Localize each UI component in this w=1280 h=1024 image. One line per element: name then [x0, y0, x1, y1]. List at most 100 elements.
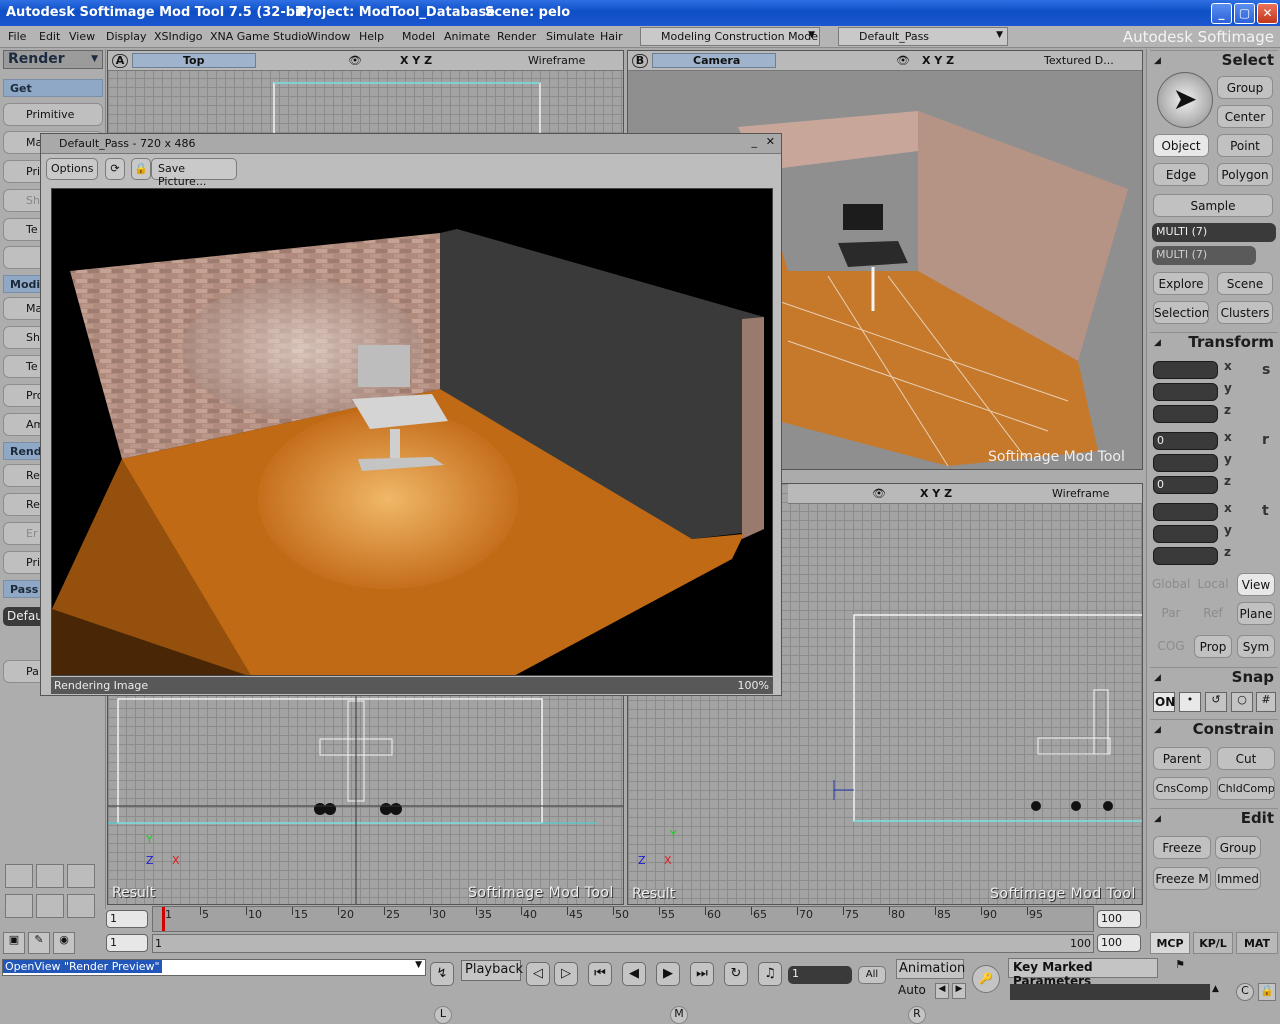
- start-frame-field[interactable]: 1: [106, 910, 148, 928]
- audio-icon[interactable]: ♫: [758, 962, 782, 986]
- menu-file[interactable]: File: [8, 30, 26, 43]
- snap-point-icon[interactable]: •: [1179, 692, 1201, 712]
- chldcomp-button[interactable]: ChldComp: [1217, 777, 1275, 800]
- translate-z-label[interactable]: z: [1224, 545, 1231, 559]
- c-icon[interactable]: C: [1236, 983, 1254, 1001]
- snap-grid-icon[interactable]: #: [1256, 692, 1276, 712]
- scale-letter[interactable]: s: [1262, 362, 1270, 378]
- construction-mode-combo[interactable]: Modeling Construction Mode ▼: [640, 27, 820, 46]
- next-key-icon[interactable]: ▶: [952, 983, 966, 999]
- snap-surface-icon[interactable]: ○: [1231, 692, 1253, 712]
- scale-x-label[interactable]: x: [1224, 359, 1232, 373]
- cnscomp-button[interactable]: CnsComp: [1153, 777, 1211, 800]
- brush-icon[interactable]: ✎: [28, 932, 50, 954]
- prev-key-icon[interactable]: ◀: [935, 983, 949, 999]
- play-forward-icon[interactable]: ▶: [656, 962, 680, 986]
- lock-icon[interactable]: 🔒: [131, 158, 151, 180]
- axis-toggle[interactable]: X Y Z: [922, 54, 954, 67]
- snap-section[interactable]: ◢ Snap: [1150, 667, 1278, 688]
- command-line[interactable]: OpenView "Render Preview" ▼: [2, 959, 426, 976]
- keyframe-icon[interactable]: ⚑: [1170, 958, 1190, 978]
- clusters-button[interactable]: Clusters: [1217, 301, 1273, 324]
- translate-x-field[interactable]: [1153, 503, 1218, 521]
- loop-icon[interactable]: ↻: [724, 962, 748, 986]
- snap-curve-icon[interactable]: ↺: [1205, 692, 1227, 712]
- edge-button[interactable]: Edge: [1153, 163, 1209, 186]
- primitive-button[interactable]: Primitive: [3, 103, 103, 126]
- snap-on-toggle[interactable]: ON: [1153, 692, 1175, 712]
- all-button[interactable]: All: [858, 966, 886, 984]
- freeze-m-button[interactable]: Freeze M: [1153, 867, 1211, 890]
- layout-icon[interactable]: [36, 894, 64, 918]
- view-button[interactable]: View: [1237, 573, 1275, 596]
- local-button[interactable]: Local: [1194, 573, 1232, 596]
- timeline[interactable]: 1 5 10 15 20 25 30 35 40 45 50 55 60 65 70 75 80 85 90 95: [152, 906, 1094, 932]
- playback-menu[interactable]: Playback: [461, 960, 523, 981]
- menu-animate[interactable]: Animate: [444, 30, 490, 43]
- edit-section[interactable]: ◢ Edit: [1150, 808, 1278, 829]
- key-marked-parameters-button[interactable]: Key Marked Parameters: [1008, 958, 1158, 988]
- last-frame-icon[interactable]: ▷: [554, 962, 578, 986]
- lock-icon[interactable]: 🔒: [1258, 983, 1276, 1001]
- save-picture-button[interactable]: Save Picture...: [151, 158, 237, 188]
- range-slider[interactable]: 1 100: [152, 934, 1094, 953]
- rotate-letter[interactable]: r: [1262, 432, 1269, 448]
- range-start-field[interactable]: 1: [106, 934, 148, 952]
- script-icon[interactable]: ↯: [430, 962, 454, 986]
- layout-icon[interactable]: [67, 864, 95, 888]
- menu-hair[interactable]: Hair: [600, 30, 623, 43]
- minimize-button[interactable]: _: [1211, 3, 1232, 24]
- layout-icon[interactable]: [5, 864, 33, 888]
- chevron-up-icon[interactable]: ▲: [1212, 984, 1226, 1000]
- eye-icon[interactable]: 👁: [348, 54, 362, 67]
- plane-button[interactable]: Plane: [1237, 602, 1275, 625]
- rotate-x-field[interactable]: 0: [1153, 432, 1218, 450]
- chevron-down-icon[interactable]: ▼: [415, 960, 422, 970]
- object-button[interactable]: Object: [1153, 134, 1209, 157]
- scale-x-field[interactable]: [1153, 361, 1218, 379]
- menu-simulate[interactable]: Simulate: [546, 30, 595, 43]
- parent-button[interactable]: Parent: [1153, 747, 1211, 770]
- par-button[interactable]: Par: [1152, 602, 1190, 625]
- end-frame-field[interactable]: 100: [1097, 910, 1141, 928]
- menu-display[interactable]: Display: [106, 30, 147, 43]
- menu-edit[interactable]: Edit: [39, 30, 60, 43]
- viewport-a-letter[interactable]: A: [112, 54, 128, 68]
- point-button[interactable]: Point: [1217, 134, 1273, 157]
- layout-icon[interactable]: [36, 864, 64, 888]
- translate-z-field[interactable]: [1153, 547, 1218, 565]
- select-section[interactable]: ◢ Select: [1150, 50, 1278, 71]
- selection-field[interactable]: MULTI (7): [1152, 223, 1276, 242]
- group-button[interactable]: Group: [1217, 76, 1273, 99]
- rotate-x-label[interactable]: x: [1224, 430, 1232, 444]
- tab-kpl[interactable]: KP/L: [1193, 932, 1233, 954]
- render-close-button[interactable]: ✕: [766, 135, 775, 148]
- translate-y-label[interactable]: y: [1224, 523, 1232, 537]
- refresh-icon[interactable]: ⟳: [105, 158, 125, 180]
- menu-xsindigo[interactable]: XSIndigo: [154, 30, 203, 43]
- rotate-z-label[interactable]: z: [1224, 474, 1231, 488]
- menu-xna[interactable]: XNA Game Studio: [210, 30, 308, 43]
- translate-letter[interactable]: t: [1262, 503, 1269, 519]
- view-combo-camera[interactable]: Camera: [652, 53, 776, 68]
- scale-z-field[interactable]: [1153, 405, 1218, 423]
- range-end-field[interactable]: 100: [1097, 934, 1141, 952]
- transform-section[interactable]: ◢ Transform: [1150, 332, 1278, 353]
- ref-button[interactable]: Ref: [1194, 602, 1232, 625]
- play-backward-icon[interactable]: ◀: [622, 962, 646, 986]
- scale-y-field[interactable]: [1153, 383, 1218, 401]
- layout-icon[interactable]: [67, 894, 95, 918]
- first-frame-icon[interactable]: ◁: [526, 962, 550, 986]
- scale-y-label[interactable]: y: [1224, 381, 1232, 395]
- pass-combo[interactable]: Default_Pass ▼: [838, 27, 1008, 46]
- close-button[interactable]: ✕: [1257, 3, 1278, 24]
- global-button[interactable]: Global: [1152, 573, 1190, 596]
- cog-button[interactable]: COG: [1152, 635, 1190, 658]
- freeze-button[interactable]: Freeze: [1153, 836, 1211, 859]
- sample-button[interactable]: Sample: [1153, 194, 1273, 217]
- auto-key-button[interactable]: Auto: [898, 983, 930, 1000]
- animation-menu[interactable]: Animation: [896, 959, 965, 979]
- get-header[interactable]: Get: [3, 79, 103, 97]
- key-status-field[interactable]: [1010, 984, 1210, 1000]
- selection-field-2[interactable]: MULTI (7): [1152, 246, 1256, 265]
